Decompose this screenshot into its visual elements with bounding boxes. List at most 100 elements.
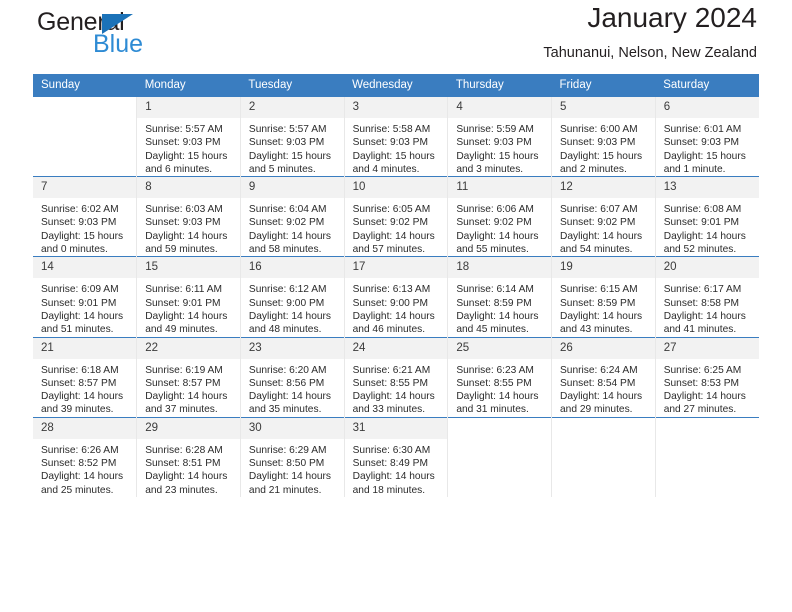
day-number: 21	[33, 337, 137, 359]
calendar-day-cell[interactable]: 8 Sunrise: 6:03 AM Sunset: 9:03 PM Daylight…	[136, 176, 241, 257]
calendar-day-cell[interactable]: 30 Sunrise: 6:29 AM Sunset: 8:50 PM Dayligh…	[239, 416, 345, 497]
calendar-cell-empty	[551, 416, 656, 497]
calendar-day-cell[interactable]: 4 Sunrise: 5:59 AM Sunset: 9:03 PM Daylight…	[447, 95, 552, 177]
sunrise-text: Sunrise: 6:24 AM	[560, 364, 638, 376]
calendar-page: General Blue January 2024 Tahunanui, Nel…	[0, 0, 792, 612]
day-details: Sunrise: 6:03 AM Sunset: 9:03 PM Daylight:…	[137, 198, 240, 256]
day-number: 13	[655, 177, 759, 199]
day-number: 29	[137, 417, 240, 439]
calendar-day-cell[interactable]: 25 Sunrise: 6:23 AM Sunset: 8:55 PM Dayligh…	[447, 336, 552, 418]
day-details: Sunrise: 6:28 AM Sunset: 8:51 PM Daylight:…	[137, 439, 240, 497]
sunrise-text: Sunrise: 6:06 AM	[456, 204, 534, 216]
calendar-day-cell[interactable]: 14 Sunrise: 6:09 AM Sunset: 9:01 PM Dayligh…	[33, 256, 137, 338]
day-details: Sunrise: 6:01 AM Sunset: 9:03 PM Daylight:…	[656, 118, 759, 176]
day-details: Sunrise: 6:21 AM Sunset: 8:55 PM Daylight:…	[345, 359, 448, 417]
day-details: Sunrise: 6:14 AM Sunset: 8:59 PM Daylight:…	[448, 278, 551, 336]
sunrise-text: Sunrise: 6:07 AM	[560, 204, 638, 216]
calendar-day-cell[interactable]: 15 Sunrise: 6:11 AM Sunset: 9:01 PM Dayligh…	[136, 256, 241, 338]
daylight-text-line1: Daylight: 14 hours	[560, 391, 643, 403]
daylight-text-line1: Daylight: 14 hours	[41, 391, 124, 403]
day-details: Sunrise: 6:04 AM Sunset: 9:02 PM Daylight:…	[241, 198, 344, 256]
day-details: Sunrise: 5:59 AM Sunset: 9:03 PM Daylight:…	[448, 118, 551, 176]
sunrise-text: Sunrise: 6:19 AM	[145, 364, 223, 376]
calendar-day-cell[interactable]: 11 Sunrise: 6:06 AM Sunset: 9:02 PM Dayligh…	[447, 176, 552, 257]
daylight-text-line2: and 4 minutes.	[352, 163, 420, 175]
calendar-day-cell[interactable]: 6 Sunrise: 6:01 AM Sunset: 9:03 PM Daylight…	[654, 95, 759, 177]
daylight-text-line1: Daylight: 15 hours	[456, 150, 539, 162]
sunrise-text: Sunrise: 6:18 AM	[41, 364, 119, 376]
calendar-day-cell[interactable]: 28 Sunrise: 6:26 AM Sunset: 8:52 PM Dayligh…	[33, 416, 137, 497]
sunset-text: Sunset: 8:53 PM	[663, 377, 740, 389]
daylight-text-line1: Daylight: 15 hours	[248, 150, 332, 162]
day-number	[655, 417, 759, 427]
day-details: Sunrise: 5:58 AM Sunset: 9:03 PM Daylight:…	[345, 118, 448, 176]
logo-text-blue: Blue	[93, 30, 144, 58]
day-details: Sunrise: 5:57 AM Sunset: 9:03 PM Daylight:…	[241, 118, 344, 176]
daylight-text-line1: Daylight: 14 hours	[663, 230, 746, 242]
sunset-text: Sunset: 9:03 PM	[456, 137, 532, 149]
daylight-text-line2: and 27 minutes.	[663, 404, 737, 416]
sunset-text: Sunset: 8:50 PM	[248, 458, 325, 470]
calendar-day-cell[interactable]: 22 Sunrise: 6:19 AM Sunset: 8:57 PM Dayligh…	[136, 336, 241, 418]
day-details: Sunrise: 6:12 AM Sunset: 9:00 PM Daylight:…	[241, 278, 344, 336]
calendar-day-cell[interactable]: 10 Sunrise: 6:05 AM Sunset: 9:02 PM Dayligh…	[343, 176, 448, 257]
calendar-day-cell[interactable]: 9 Sunrise: 6:04 AM Sunset: 9:02 PM Daylight…	[239, 176, 345, 257]
daylight-text-line2: and 31 minutes.	[456, 404, 529, 416]
sunrise-text: Sunrise: 6:29 AM	[248, 444, 327, 456]
daylight-text-line2: and 58 minutes.	[248, 244, 322, 256]
day-number: 5	[552, 97, 655, 118]
calendar-day-cell[interactable]: 29 Sunrise: 6:28 AM Sunset: 8:51 PM Dayligh…	[136, 416, 241, 497]
daylight-text-line1: Daylight: 15 hours	[560, 150, 643, 162]
daylight-text-line2: and 21 minutes.	[248, 484, 322, 496]
daylight-text-line2: and 3 minutes.	[456, 163, 524, 175]
day-number: 22	[137, 337, 240, 359]
sunset-text: Sunset: 8:57 PM	[41, 377, 117, 389]
sunset-text: Sunset: 8:58 PM	[663, 297, 740, 309]
calendar-week-row: 21 Sunrise: 6:18 AM Sunset: 8:57 PM Dayligh…	[33, 336, 759, 418]
calendar-day-cell[interactable]: 27 Sunrise: 6:25 AM Sunset: 8:53 PM Dayligh…	[654, 336, 759, 418]
day-number: 10	[344, 177, 448, 199]
calendar-day-cell[interactable]: 2 Sunrise: 5:57 AM Sunset: 9:03 PM Daylight…	[239, 95, 345, 177]
daylight-text-line2: and 55 minutes.	[456, 244, 529, 256]
sunrise-text: Sunrise: 6:08 AM	[663, 204, 742, 216]
calendar-day-cell[interactable]: 16 Sunrise: 6:12 AM Sunset: 9:00 PM Dayligh…	[239, 256, 345, 338]
calendar-day-cell[interactable]: 26 Sunrise: 6:24 AM Sunset: 8:54 PM Dayligh…	[551, 336, 656, 418]
sunrise-text: Sunrise: 6:30 AM	[352, 444, 431, 456]
calendar-day-cell[interactable]: 3 Sunrise: 5:58 AM Sunset: 9:03 PM Daylight…	[343, 95, 448, 177]
calendar-day-cell[interactable]: 24 Sunrise: 6:21 AM Sunset: 8:55 PM Dayligh…	[343, 336, 448, 418]
day-details: Sunrise: 6:30 AM Sunset: 8:49 PM Daylight:…	[345, 439, 448, 497]
daylight-text-line2: and 18 minutes.	[352, 484, 426, 496]
calendar-day-cell[interactable]: 1 Sunrise: 5:57 AM Sunset: 9:03 PM Daylight…	[136, 95, 241, 177]
day-details: Sunrise: 6:15 AM Sunset: 8:59 PM Daylight:…	[552, 278, 655, 336]
calendar-day-cell[interactable]: 5 Sunrise: 6:00 AM Sunset: 9:03 PM Daylight…	[551, 95, 656, 177]
day-number: 3	[344, 97, 448, 118]
sunset-text: Sunset: 8:59 PM	[456, 297, 532, 309]
sunset-text: Sunset: 8:55 PM	[352, 377, 428, 389]
daylight-text-line2: and 1 minute.	[663, 163, 726, 175]
day-details: Sunrise: 6:06 AM Sunset: 9:02 PM Daylight:…	[448, 198, 551, 256]
daylight-text-line2: and 52 minutes.	[663, 244, 737, 256]
calendar-day-cell[interactable]: 20 Sunrise: 6:17 AM Sunset: 8:58 PM Dayligh…	[654, 256, 759, 338]
calendar-day-cell[interactable]: 17 Sunrise: 6:13 AM Sunset: 9:00 PM Dayligh…	[343, 256, 448, 338]
calendar-day-cell[interactable]: 31 Sunrise: 6:30 AM Sunset: 8:49 PM Dayligh…	[343, 416, 448, 497]
sunset-text: Sunset: 9:02 PM	[456, 217, 532, 229]
day-details: Sunrise: 6:24 AM Sunset: 8:54 PM Daylight:…	[552, 359, 655, 417]
sunset-text: Sunset: 8:59 PM	[560, 297, 636, 309]
sunset-text: Sunset: 9:01 PM	[41, 297, 117, 309]
calendar-day-cell[interactable]: 13 Sunrise: 6:08 AM Sunset: 9:01 PM Dayligh…	[654, 176, 759, 257]
calendar-week-row: 28 Sunrise: 6:26 AM Sunset: 8:52 PM Dayligh…	[33, 416, 759, 497]
weekday-header-saturday: Saturday	[655, 74, 759, 97]
sunset-text: Sunset: 8:55 PM	[456, 377, 532, 389]
calendar-day-cell[interactable]: 18 Sunrise: 6:14 AM Sunset: 8:59 PM Dayligh…	[447, 256, 552, 338]
calendar-day-cell[interactable]: 23 Sunrise: 6:20 AM Sunset: 8:56 PM Dayligh…	[239, 336, 345, 418]
calendar-day-cell[interactable]: 21 Sunrise: 6:18 AM Sunset: 8:57 PM Dayligh…	[33, 336, 137, 418]
calendar-day-cell[interactable]: 19 Sunrise: 6:15 AM Sunset: 8:59 PM Dayligh…	[551, 256, 656, 338]
day-details: Sunrise: 6:25 AM Sunset: 8:53 PM Daylight:…	[656, 359, 759, 417]
day-number: 2	[240, 97, 344, 118]
calendar-day-cell[interactable]: 7 Sunrise: 6:02 AM Sunset: 9:03 PM Daylight…	[33, 176, 137, 257]
sunset-text: Sunset: 8:52 PM	[41, 458, 117, 470]
calendar-day-cell[interactable]: 12 Sunrise: 6:07 AM Sunset: 9:02 PM Dayligh…	[551, 176, 656, 257]
sunrise-text: Sunrise: 5:58 AM	[352, 124, 431, 135]
daylight-text-line1: Daylight: 14 hours	[352, 391, 435, 403]
day-number: 25	[448, 337, 552, 359]
